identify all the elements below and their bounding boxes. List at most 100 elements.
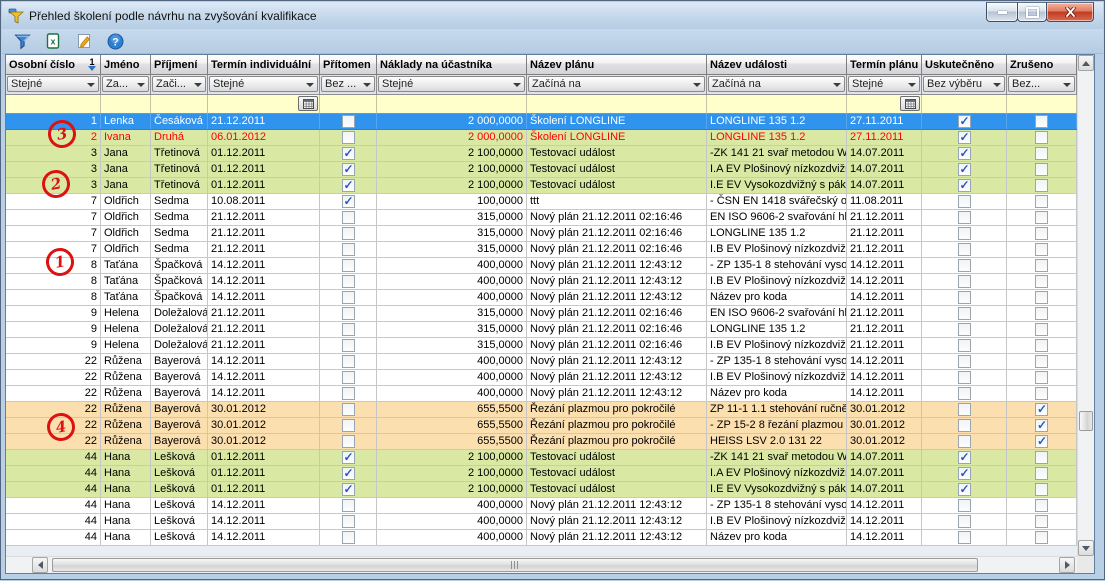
scroll-left-button[interactable] [32, 557, 48, 573]
filter-input-osobni[interactable] [6, 95, 101, 114]
filter-operator-cell-osobni: Stejné [6, 75, 101, 95]
table-row[interactable]: 9HelenaDoležalová21.12.2011315,0000Nový … [6, 338, 1077, 354]
cell-termin_ind: 14.12.2011 [208, 514, 320, 529]
cell-termin_planu: 14.12.2011 [847, 530, 922, 545]
column-header-naklady[interactable]: Náklady na účastníka [377, 55, 527, 75]
cell-termin_planu: 14.12.2011 [847, 498, 922, 513]
table-row[interactable]: 3JanaTřetinová01.12.20112 100,0000Testov… [6, 162, 1077, 178]
table-row[interactable]: 22RůženaBayerová14.12.2011400,0000Nový p… [6, 386, 1077, 402]
table-row[interactable]: 22RůženaBayerová14.12.2011400,0000Nový p… [6, 354, 1077, 370]
cell-nazev_udalosti: - ZP 15-2 8 řezání plazmou - ma [707, 418, 847, 433]
column-header-nazev_planu[interactable]: Název plánu [527, 55, 707, 75]
help-button[interactable]: ? [103, 30, 127, 52]
unchecked-checkbox-icon [1035, 259, 1048, 272]
vertical-scrollbar[interactable] [1077, 55, 1094, 556]
column-header-osobni[interactable]: Osobní číslo1 [6, 55, 101, 75]
table-row[interactable]: 7OldřichSedma10.08.2011100,0000ttt- ČSN … [6, 194, 1077, 210]
scroll-right-button[interactable] [1059, 557, 1075, 573]
cell-jmeno: Růžena [101, 434, 151, 449]
excel-export-button[interactable]: x [41, 30, 65, 52]
vertical-scroll-thumb[interactable] [1079, 411, 1093, 431]
table-row[interactable]: 7OldřichSedma21.12.2011315,0000Nový plán… [6, 242, 1077, 258]
column-header-pritomen[interactable]: Přítomen [320, 55, 377, 75]
table-row[interactable]: 44HanaLešková14.12.2011400,0000Nový plán… [6, 498, 1077, 514]
data-grid: Osobní číslo1JménoPříjmeníTermín individ… [5, 54, 1095, 574]
table-row[interactable]: 9HelenaDoležalová21.12.2011315,0000Nový … [6, 306, 1077, 322]
filter-operator-dropdown-pritomen[interactable]: Bez ... [321, 76, 375, 92]
filter-operator-dropdown-uskutecneno[interactable]: Bez výběru [923, 76, 1005, 92]
cell-naklady: 400,0000 [377, 370, 527, 385]
calendar-button-termin_planu[interactable] [900, 96, 920, 111]
column-header-zruseno[interactable]: Zrušeno [1007, 55, 1077, 75]
filter-input-zruseno[interactable] [1007, 95, 1077, 114]
unchecked-checkbox-icon [1035, 147, 1048, 160]
table-row[interactable]: 7OldřichSedma21.12.2011315,0000Nový plán… [6, 210, 1077, 226]
maximize-button[interactable] [1017, 2, 1047, 22]
horizontal-scroll-thumb[interactable] [52, 558, 978, 572]
calendar-button-termin_ind[interactable] [298, 96, 318, 111]
filter-operator-dropdown-osobni[interactable]: Stejné [7, 76, 99, 92]
table-row[interactable]: 44HanaLešková01.12.20112 100,0000Testova… [6, 466, 1077, 482]
column-header-termin_ind[interactable]: Termín individuální [208, 55, 320, 75]
filter-operator-dropdown-prijmeni[interactable]: Zači... [152, 76, 206, 92]
filter-input-pritomen[interactable] [320, 95, 377, 114]
column-header-nazev_udalosti[interactable]: Název události [707, 55, 847, 75]
column-header-uskutecneno[interactable]: Uskutečněno [922, 55, 1007, 75]
filter-operator-dropdown-termin_planu[interactable]: Stejné [848, 76, 920, 92]
table-row[interactable]: 44HanaLešková01.12.20112 100,0000Testova… [6, 482, 1077, 498]
table-row[interactable]: 8TaťánaŠpačková14.12.2011400,0000Nový pl… [6, 290, 1077, 306]
close-button[interactable] [1046, 2, 1094, 22]
column-header-prijmeni[interactable]: Příjmení [151, 55, 208, 75]
table-row[interactable]: 1LenkaČesáková21.12.20112 000,0000Školen… [6, 114, 1077, 130]
cell-uskutecneno [922, 482, 1007, 497]
cell-jmeno: Oldřich [101, 194, 151, 209]
filter-input-uskutecneno[interactable] [922, 95, 1007, 114]
checked-checkbox-icon [958, 483, 971, 496]
table-row[interactable]: 9HelenaDoležalová21.12.2011315,0000Nový … [6, 322, 1077, 338]
horizontal-scrollbar[interactable] [6, 556, 1077, 573]
cell-jmeno: Helena [101, 306, 151, 321]
table-row[interactable]: 8TaťánaŠpačková14.12.2011400,0000Nový pl… [6, 274, 1077, 290]
unchecked-checkbox-icon [1035, 323, 1048, 336]
chevron-left-icon [38, 561, 43, 569]
table-row[interactable]: 8TaťánaŠpačková14.12.2011400,0000Nový pl… [6, 258, 1077, 274]
table-row[interactable]: 3JanaTřetinová01.12.20112 100,0000Testov… [6, 178, 1077, 194]
table-row[interactable]: 2IvanaDruhá06.01.20122 000,0000Školení L… [6, 130, 1077, 146]
scroll-up-button[interactable] [1078, 55, 1094, 71]
filter-operator-dropdown-nazev_planu[interactable]: Začíná na [528, 76, 705, 92]
cell-jmeno: Hana [101, 450, 151, 465]
cell-zruseno [1007, 530, 1077, 545]
table-row[interactable]: 44HanaLešková01.12.20112 100,0000Testova… [6, 450, 1077, 466]
table-row[interactable]: 44HanaLešková14.12.2011400,0000Nový plán… [6, 514, 1077, 530]
filter-input-termin_planu[interactable] [847, 95, 922, 114]
table-row[interactable]: 22RůženaBayerová30.01.2012655,5500Řezání… [6, 434, 1077, 450]
filter-operator-dropdown-naklady[interactable]: Stejné [378, 76, 525, 92]
column-header-termin_planu[interactable]: Termín plánu [847, 55, 922, 75]
filter-operator-dropdown-termin_ind[interactable]: Stejné [209, 76, 318, 92]
scroll-down-button[interactable] [1078, 540, 1094, 556]
filter-input-naklady[interactable] [377, 95, 527, 114]
cell-uskutecneno [922, 370, 1007, 385]
column-header-label: Název plánu [530, 59, 594, 71]
filter-operator-dropdown-zruseno[interactable]: Bez... [1008, 76, 1075, 92]
filter-input-termin_ind[interactable] [208, 95, 320, 114]
table-row[interactable]: 22RůženaBayerová14.12.2011400,0000Nový p… [6, 370, 1077, 386]
filter-input-nazev_udalosti[interactable] [707, 95, 847, 114]
unchecked-checkbox-icon [342, 419, 355, 432]
minimize-button[interactable] [986, 2, 1018, 22]
filter-input-nazev_planu[interactable] [527, 95, 707, 114]
filter-operator-dropdown-nazev_udalosti[interactable]: Začíná na [708, 76, 845, 92]
edit-button[interactable] [72, 30, 96, 52]
filter-button[interactable] [10, 30, 34, 52]
filter-operator-dropdown-jmeno[interactable]: Za... [102, 76, 149, 92]
filter-input-prijmeni[interactable] [151, 95, 208, 114]
table-row[interactable]: 22RůženaBayerová30.01.2012655,5500Řezání… [6, 418, 1077, 434]
table-row[interactable]: 22RůženaBayerová30.01.2012655,5500Řezání… [6, 402, 1077, 418]
title-bar[interactable]: Přehled školení podle návrhu na zvyšován… [2, 2, 1103, 29]
filter-input-jmeno[interactable] [101, 95, 151, 114]
column-header-jmeno[interactable]: Jméno [101, 55, 151, 75]
table-row[interactable]: 7OldřichSedma21.12.2011315,0000Nový plán… [6, 226, 1077, 242]
table-row[interactable]: 3JanaTřetinová01.12.20112 100,0000Testov… [6, 146, 1077, 162]
cell-termin_planu: 21.12.2011 [847, 322, 922, 337]
table-row[interactable]: 44HanaLešková14.12.2011400,0000Nový plán… [6, 530, 1077, 546]
